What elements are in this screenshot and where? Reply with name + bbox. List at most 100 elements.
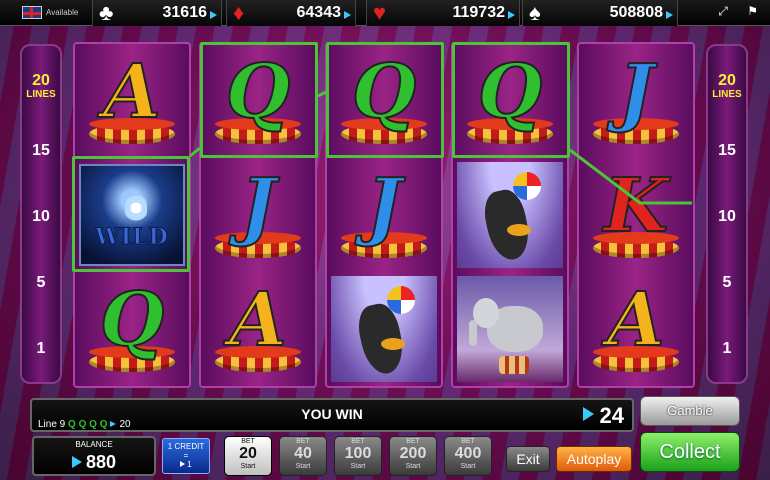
elephant-icon [457, 276, 563, 382]
seal-icon [457, 162, 563, 268]
beach-ball-icon [513, 172, 541, 200]
reel-1: A WILD Q [73, 42, 191, 388]
line-marker: 15 [32, 142, 50, 159]
fullscreen-icon[interactable]: ⤢ [718, 4, 728, 18]
bet-label: BET [406, 438, 420, 445]
seal-icon [331, 276, 437, 382]
reel-3: Q J [325, 42, 443, 388]
bet-label: BET [351, 438, 365, 445]
credit-arrow-icon [71, 456, 82, 468]
symbol-seal [453, 158, 567, 272]
lines-label: LINES [26, 89, 56, 100]
credit-arrow-icon [582, 407, 594, 421]
symbol-letter: J [617, 49, 654, 135]
top-right-icons: ⤢ ⚑ [702, 4, 758, 19]
spades-icon: ♠ [529, 0, 541, 25]
flag-icon[interactable]: ⚑ [747, 4, 758, 18]
jackpot-diamonds-value: 64343 [296, 4, 342, 21]
jackpot-spades-value: 508808 [609, 4, 663, 21]
reel-2: Q J A [199, 42, 317, 388]
symbol-seal [327, 272, 441, 386]
bet-400-button[interactable]: BET 400 Start [444, 436, 492, 476]
symbol-letter: Q [477, 49, 543, 135]
lines-badge-right: 20 LINES [710, 72, 744, 102]
beach-ball-icon [387, 286, 415, 314]
clubs-icon: ♣ [99, 0, 114, 25]
symbol-letter: A [228, 277, 287, 363]
line-marker: 10 [718, 208, 736, 225]
credit-arrow-icon [666, 11, 673, 19]
lines-count: 20 [32, 72, 50, 89]
gamble-button[interactable]: Gamble [640, 396, 740, 426]
wild-label: WILD [95, 224, 169, 251]
jackpot-clubs: ♣ 31616 [92, 0, 222, 26]
symbol-letter: Q [99, 277, 165, 363]
exit-button[interactable]: Exit [506, 446, 550, 472]
credit-arrow-icon [210, 11, 217, 19]
bet-value: 40 [294, 445, 312, 462]
reel-5: J K A [577, 42, 695, 388]
balance-display: BALANCE 880 [32, 436, 156, 476]
jackpot-clubs-value: 31616 [162, 4, 208, 21]
bet-label: BET [296, 438, 310, 445]
bet-40-button[interactable]: BET 40 Start [279, 436, 327, 476]
wild-card: WILD [79, 164, 185, 266]
symbol-j: J [201, 158, 315, 272]
bet-value: 100 [344, 445, 372, 462]
bet-label: BET [461, 438, 475, 445]
jackpot-diamonds: ♦ 64343 [226, 0, 356, 26]
jackpot-hearts: ♥ 119732 [366, 0, 520, 26]
line-marker: 5 [36, 274, 46, 291]
autoplay-button[interactable]: Autoplay [556, 446, 632, 472]
hearts-icon: ♥ [373, 0, 387, 25]
line-marker: 1 [36, 340, 46, 357]
lines-label: LINES [712, 89, 742, 100]
lines-count: 20 [718, 72, 736, 89]
line-marker: 10 [32, 208, 50, 225]
bet-label: BET [241, 438, 255, 445]
win-title: YOU WIN [301, 406, 363, 422]
language-flag-icon[interactable] [22, 6, 42, 19]
credit-value: 1 [187, 460, 192, 469]
credit-arrow-icon [344, 11, 351, 19]
reel-4: Q [451, 42, 569, 388]
lines-badge-left: 20 LINES [24, 72, 58, 102]
jackpot-hearts-value: 119732 [452, 4, 505, 21]
balance-amount: 880 [85, 452, 117, 472]
jackpot-bar: Available ♣ 31616 ♦ 64343 ♥ 119732 ♠ 508… [0, 0, 770, 26]
seal-collar [381, 338, 405, 350]
bet-100-button[interactable]: BET 100 Start [334, 436, 382, 476]
credit-arrow-icon [180, 461, 186, 467]
symbol-j: J [327, 158, 441, 272]
drum-icon [499, 356, 529, 374]
line-marker: 15 [718, 142, 736, 159]
jackpot-spades: ♠ 508808 [522, 0, 678, 26]
diamonds-icon: ♦ [233, 0, 245, 25]
line-marker: 1 [722, 340, 732, 357]
bet-sub: Start [240, 463, 256, 470]
bet-20-button[interactable]: BET 20 Start [224, 436, 272, 476]
balance-label: BALANCE [75, 440, 113, 449]
symbol-q: Q [201, 44, 315, 158]
bet-sub: Start [460, 463, 476, 470]
credit-equals: = [183, 451, 189, 460]
symbol-k: K [579, 158, 693, 272]
seal-collar [507, 224, 531, 236]
symbol-q: Q [75, 272, 189, 386]
bet-sub: Start [295, 463, 311, 470]
bet-value: 400 [454, 445, 482, 462]
symbol-a: A [201, 272, 315, 386]
bet-sub: Start [405, 463, 421, 470]
win-panel: Line 9 Q Q Q Q 20 YOU WIN 24 [30, 398, 634, 432]
acrobat-icon [125, 192, 147, 224]
line-marker: 5 [722, 274, 732, 291]
bet-sub: Start [350, 463, 366, 470]
symbol-letter: A [606, 277, 665, 363]
bet-value: 20 [239, 445, 257, 462]
symbol-q: Q [453, 44, 567, 158]
credit-denomination-button[interactable]: 1 CREDIT = 1 [162, 438, 210, 474]
symbol-elephant [453, 272, 567, 386]
collect-button[interactable]: Collect [640, 432, 740, 472]
symbol-letter: K [603, 163, 669, 249]
bet-200-button[interactable]: BET 200 Start [389, 436, 437, 476]
